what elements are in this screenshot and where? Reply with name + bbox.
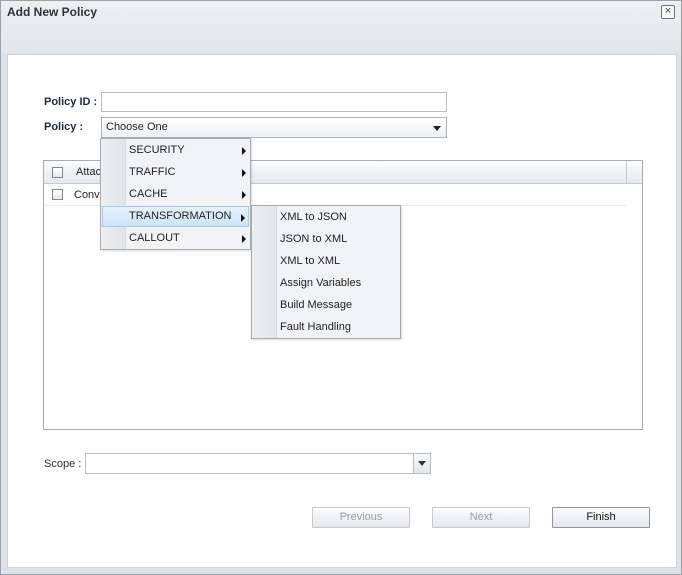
menu-item-xml-to-json[interactable]: XML to JSON: [253, 207, 399, 228]
next-button[interactable]: Next: [432, 507, 530, 528]
menu-item-label: Build Message: [280, 299, 353, 311]
scope-combobox[interactable]: [85, 453, 431, 474]
grid-header-divider: [626, 161, 627, 183]
menu-item-json-to-xml[interactable]: JSON to XML: [253, 229, 399, 250]
menu-item-label: XML to XML: [280, 255, 341, 267]
policy-select[interactable]: Choose One: [101, 117, 447, 138]
dialog-titlebar: Add New Policy ×: [1, 1, 681, 53]
menu-item-cache[interactable]: CACHE: [102, 184, 249, 205]
scope-label: Scope :: [44, 458, 82, 470]
select-all-checkbox[interactable]: [52, 167, 63, 178]
transformation-submenu: XML to JSON JSON to XML XML to XML Assig…: [251, 205, 401, 339]
menu-item-traffic[interactable]: TRAFFIC: [102, 162, 249, 183]
menu-item-label: CALLOUT: [129, 232, 180, 244]
grid-header-label: Attac: [76, 166, 102, 178]
menu-item-xml-to-xml[interactable]: XML to XML: [253, 251, 399, 272]
finish-button[interactable]: Finish: [552, 507, 650, 528]
chevron-right-icon: [241, 214, 245, 222]
close-icon[interactable]: ×: [661, 5, 675, 19]
menu-item-label: TRAFFIC: [129, 166, 176, 178]
policy-label: Policy :: [44, 121, 84, 133]
chevron-down-icon: [433, 126, 441, 131]
menu-item-assign-variables[interactable]: Assign Variables: [253, 273, 399, 294]
policy-id-input[interactable]: [101, 92, 447, 112]
menu-item-label: TRANSFORMATION: [129, 210, 232, 222]
menu-item-label: SECURITY: [129, 144, 185, 156]
policy-menu: SECURITY TRAFFIC CACHE TRANSFORMATION CA…: [100, 138, 251, 250]
policy-id-label: Policy ID :: [44, 96, 98, 108]
dialog-title: Add New Policy: [7, 5, 98, 19]
menu-item-label: XML to JSON: [280, 211, 347, 223]
menu-item-build-message[interactable]: Build Message: [253, 295, 399, 316]
menu-item-label: CACHE: [129, 188, 168, 200]
chevron-right-icon: [242, 191, 246, 199]
chevron-right-icon: [242, 235, 246, 243]
menu-item-callout[interactable]: CALLOUT: [102, 228, 249, 249]
scope-dropdown-button[interactable]: [413, 454, 430, 473]
chevron-right-icon: [242, 147, 246, 155]
menu-item-fault-handling[interactable]: Fault Handling: [253, 317, 399, 338]
menu-item-transformation[interactable]: TRANSFORMATION: [102, 206, 249, 227]
row-checkbox[interactable]: [52, 189, 63, 200]
menu-item-security[interactable]: SECURITY: [102, 140, 249, 161]
menu-item-label: Fault Handling: [280, 321, 351, 333]
chevron-right-icon: [242, 169, 246, 177]
menu-item-label: JSON to XML: [280, 233, 348, 245]
chevron-down-icon: [418, 461, 426, 466]
menu-item-label: Assign Variables: [280, 277, 362, 289]
policy-select-value: Choose One: [106, 121, 168, 133]
previous-button[interactable]: Previous: [312, 507, 410, 528]
